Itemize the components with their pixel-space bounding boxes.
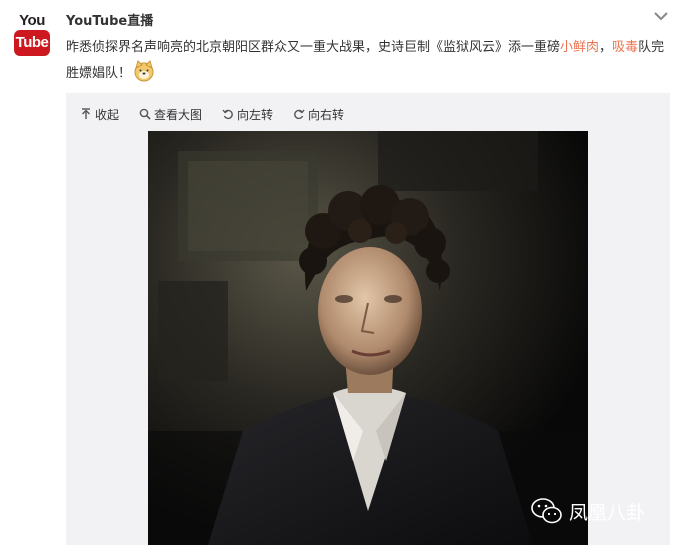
magnifier-icon bbox=[139, 108, 151, 120]
doge-emoji-icon bbox=[134, 60, 154, 82]
chevron-down-icon[interactable] bbox=[652, 9, 670, 23]
avatar-logo-top: You bbox=[19, 12, 45, 29]
avatar-logo-bottom: Tube bbox=[14, 30, 50, 56]
rotate-left-label: 向左转 bbox=[237, 107, 274, 122]
media-toolbar: 收起 查看大图 向左转 向右转 bbox=[80, 105, 344, 123]
rotate-right-button[interactable]: 向右转 bbox=[293, 105, 344, 123]
rotate-left-icon bbox=[222, 109, 233, 120]
rotate-right-label: 向右转 bbox=[308, 107, 345, 122]
wechat-icon bbox=[531, 498, 562, 524]
rotate-left-button[interactable]: 向左转 bbox=[222, 105, 273, 123]
collapse-button[interactable]: 收起 bbox=[80, 105, 119, 123]
author-name[interactable]: YouTube直播 bbox=[66, 10, 153, 29]
watermark: 凤凰八卦 bbox=[531, 497, 645, 525]
media-viewer: 收起 查看大图 向左转 向右转 凤凰八卦 bbox=[66, 93, 670, 545]
hashtag-link-2[interactable]: 吸毒 bbox=[612, 40, 638, 55]
post-text-part-2: ， bbox=[599, 40, 613, 55]
rotate-right-icon bbox=[294, 109, 305, 120]
view-large-button[interactable]: 查看大图 bbox=[139, 105, 202, 123]
arrow-up-icon bbox=[82, 108, 90, 119]
portrait-image bbox=[148, 131, 588, 545]
collapse-label: 收起 bbox=[95, 107, 120, 122]
post-text: 昨悉侦探界名声响亮的北京朝阳区群众又一重大战果，史诗巨制《监狱风云》添一重磅小鲜… bbox=[66, 35, 676, 86]
hashtag-link-1[interactable]: 小鲜肉 bbox=[560, 40, 599, 55]
post-text-part-1: 昨悉侦探界名声响亮的北京朝阳区群众又一重大战果，史诗巨制《监狱风云》添一重磅 bbox=[66, 40, 561, 55]
view-large-label: 查看大图 bbox=[154, 107, 203, 122]
avatar[interactable]: You Tube bbox=[12, 12, 52, 57]
post-photo[interactable] bbox=[148, 131, 588, 545]
watermark-text: 凤凰八卦 bbox=[569, 501, 646, 524]
